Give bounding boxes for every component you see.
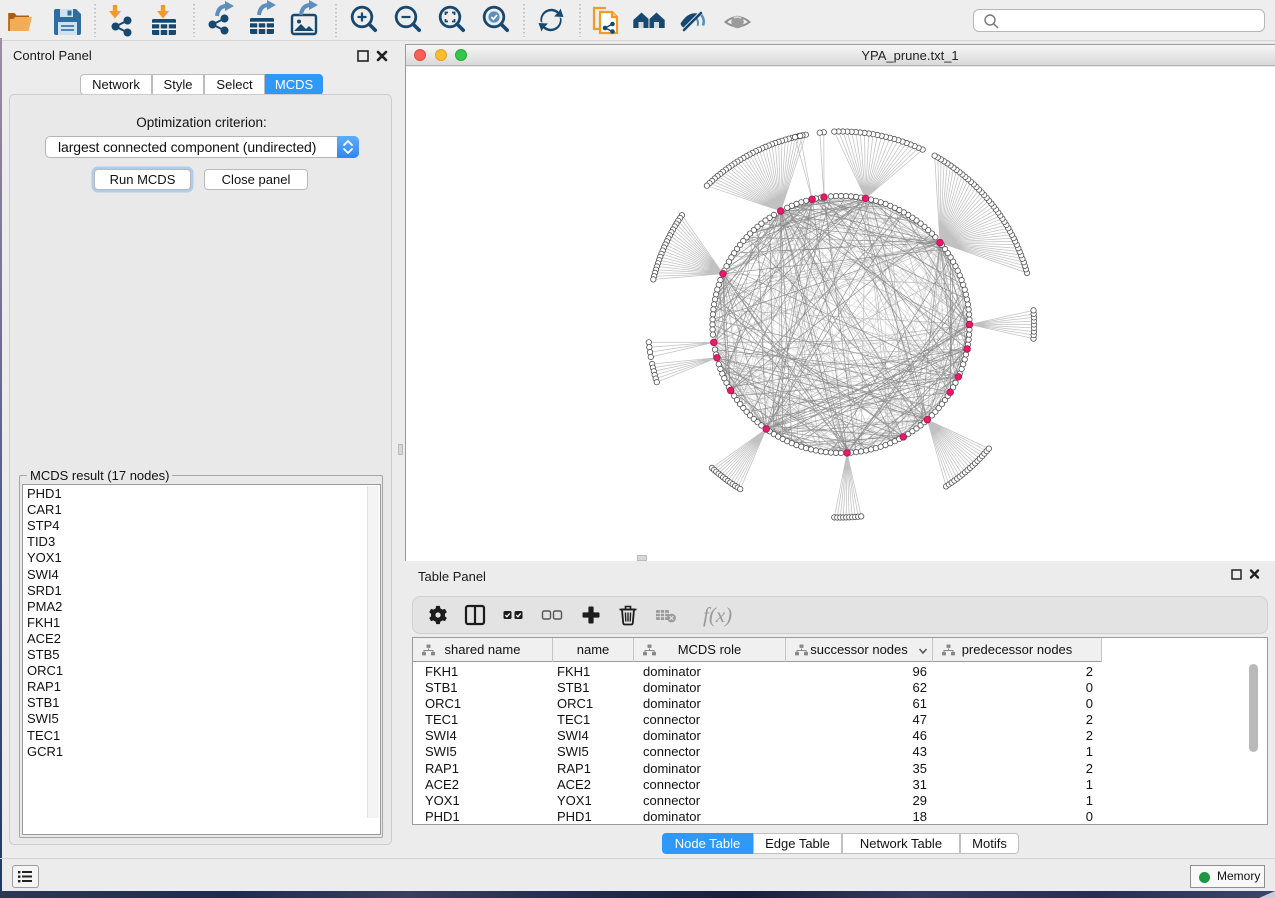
svg-text:f(x): f(x) [703,603,732,627]
